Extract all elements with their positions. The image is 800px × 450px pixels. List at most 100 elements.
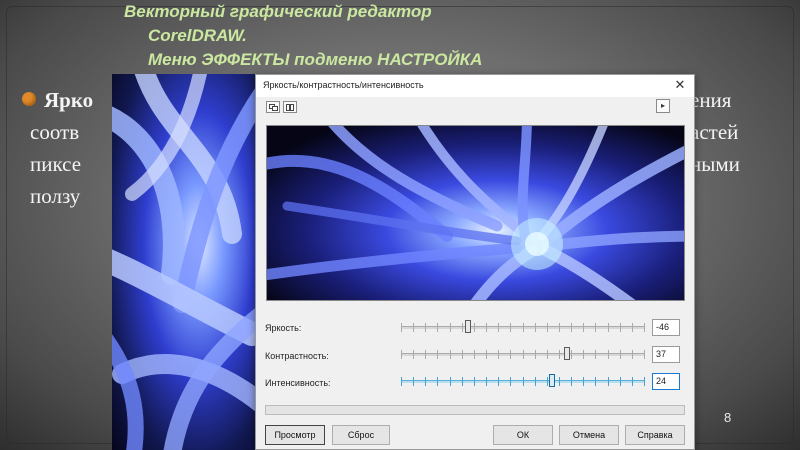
slider-tick	[632, 377, 633, 386]
slider-tick	[547, 323, 548, 332]
slider-tick	[437, 377, 438, 386]
slider-thumb[interactable]	[465, 320, 471, 333]
slider-tick	[498, 377, 499, 386]
preview-button[interactable]: Просмотр	[265, 425, 325, 445]
slider-tick	[535, 350, 536, 359]
contrast-slider[interactable]	[401, 346, 645, 362]
body-text-right-3: ными	[690, 152, 740, 176]
body-text-line-4: ползу	[30, 184, 81, 208]
page-number: 8	[724, 410, 732, 425]
slider-tick	[450, 377, 451, 386]
slider-tick	[571, 323, 572, 332]
slider-tick	[510, 377, 511, 386]
slider-tick	[644, 323, 645, 332]
slider-tick	[486, 323, 487, 332]
slider-thumb[interactable]	[564, 347, 570, 360]
overlap-windows-icon-front	[272, 106, 278, 111]
slider-tick	[510, 350, 511, 359]
slider-tick	[523, 377, 524, 386]
ok-button[interactable]: ОК	[493, 425, 553, 445]
slider-tick	[632, 323, 633, 332]
slider-tick	[425, 323, 426, 332]
body-text-lead: Ярко	[44, 88, 94, 112]
contrast-label: Контрастность:	[265, 351, 329, 361]
slider-tick	[401, 350, 402, 359]
slider-tick	[547, 377, 548, 386]
slider-thumb[interactable]	[549, 374, 555, 387]
bullet-icon	[22, 92, 36, 106]
slider-tick	[559, 377, 560, 386]
cancel-button[interactable]: Отмена	[559, 425, 619, 445]
slider-tick	[523, 323, 524, 332]
slider-tick	[620, 350, 621, 359]
slider-tick	[644, 377, 645, 386]
slider-tick	[401, 323, 402, 332]
slider-tick	[474, 377, 475, 386]
intensity-label: Интенсивность:	[265, 378, 331, 388]
close-icon[interactable]: ✕	[672, 77, 688, 93]
slider-tick	[547, 350, 548, 359]
body-text-right-1: ения	[690, 88, 732, 112]
slider-tick	[644, 350, 645, 359]
slider-tick	[595, 350, 596, 359]
slider-tick	[486, 377, 487, 386]
slider-tick	[450, 350, 451, 359]
slider-tick	[510, 323, 511, 332]
progress-bar	[265, 405, 685, 415]
slider-tick	[608, 350, 609, 359]
slider-tick	[437, 323, 438, 332]
slide-title: Векторный графический редактор CorelDRAW…	[124, 0, 644, 72]
slider-tick	[632, 350, 633, 359]
slider-tick	[535, 377, 536, 386]
before-after-view-button[interactable]	[266, 101, 280, 113]
slider-tick	[437, 350, 438, 359]
slider-tick	[595, 323, 596, 332]
slider-tick	[425, 377, 426, 386]
slider-tick	[486, 350, 487, 359]
slider-tick	[583, 323, 584, 332]
slider-tick	[571, 350, 572, 359]
sea-anemone-photo	[112, 74, 257, 450]
contrast-value-field[interactable]: 37	[652, 346, 680, 363]
slider-tick	[462, 323, 463, 332]
slider-tick	[620, 377, 621, 386]
reset-button[interactable]: Сброс	[332, 425, 390, 445]
slider-tick	[474, 350, 475, 359]
slider-tick	[413, 377, 414, 386]
slide-title-line-3: Меню ЭФФЕКТЫ подменю НАСТРОЙКА	[148, 50, 483, 69]
body-text-right-2: астей	[690, 120, 739, 144]
slider-tick	[535, 323, 536, 332]
split-view-button[interactable]	[283, 101, 297, 113]
brightness-value-field[interactable]: -46	[652, 319, 680, 336]
slider-tick	[559, 350, 560, 359]
dialog-titlebar[interactable]: Яркость/контрастность/интенсивность ✕	[256, 75, 694, 97]
slide-title-line-2: CorelDRAW.	[148, 26, 247, 45]
slider-tick	[571, 377, 572, 386]
slider-tick	[474, 323, 475, 332]
dialog-title: Яркость/контрастность/интенсивность	[263, 80, 424, 90]
brightness-contrast-dialog: Яркость/контрастность/интенсивность ✕ ▸	[255, 74, 695, 450]
help-button[interactable]: Справка	[625, 425, 685, 445]
slide-title-line-1: Векторный графический редактор	[124, 2, 432, 21]
slider-tick	[462, 377, 463, 386]
slider-tick	[620, 323, 621, 332]
body-text-line-2: соотв	[30, 120, 80, 144]
slider-tick	[523, 350, 524, 359]
slider-tick	[583, 350, 584, 359]
intensity-slider[interactable]	[401, 373, 645, 389]
slider-tick	[608, 377, 609, 386]
slider-tick	[498, 323, 499, 332]
split-view-icon-right	[290, 104, 294, 111]
brightness-slider[interactable]	[401, 319, 645, 335]
slider-tick	[425, 350, 426, 359]
slider-tick	[413, 323, 414, 332]
expand-arrow-button[interactable]: ▸	[656, 99, 670, 113]
slider-tick	[462, 350, 463, 359]
slider-tick	[608, 323, 609, 332]
brightness-label: Яркость:	[265, 323, 302, 333]
slider-tick	[450, 323, 451, 332]
slider-tick	[498, 350, 499, 359]
slider-tick	[401, 377, 402, 386]
intensity-value-field[interactable]: 24	[652, 373, 680, 390]
slider-tick	[583, 377, 584, 386]
